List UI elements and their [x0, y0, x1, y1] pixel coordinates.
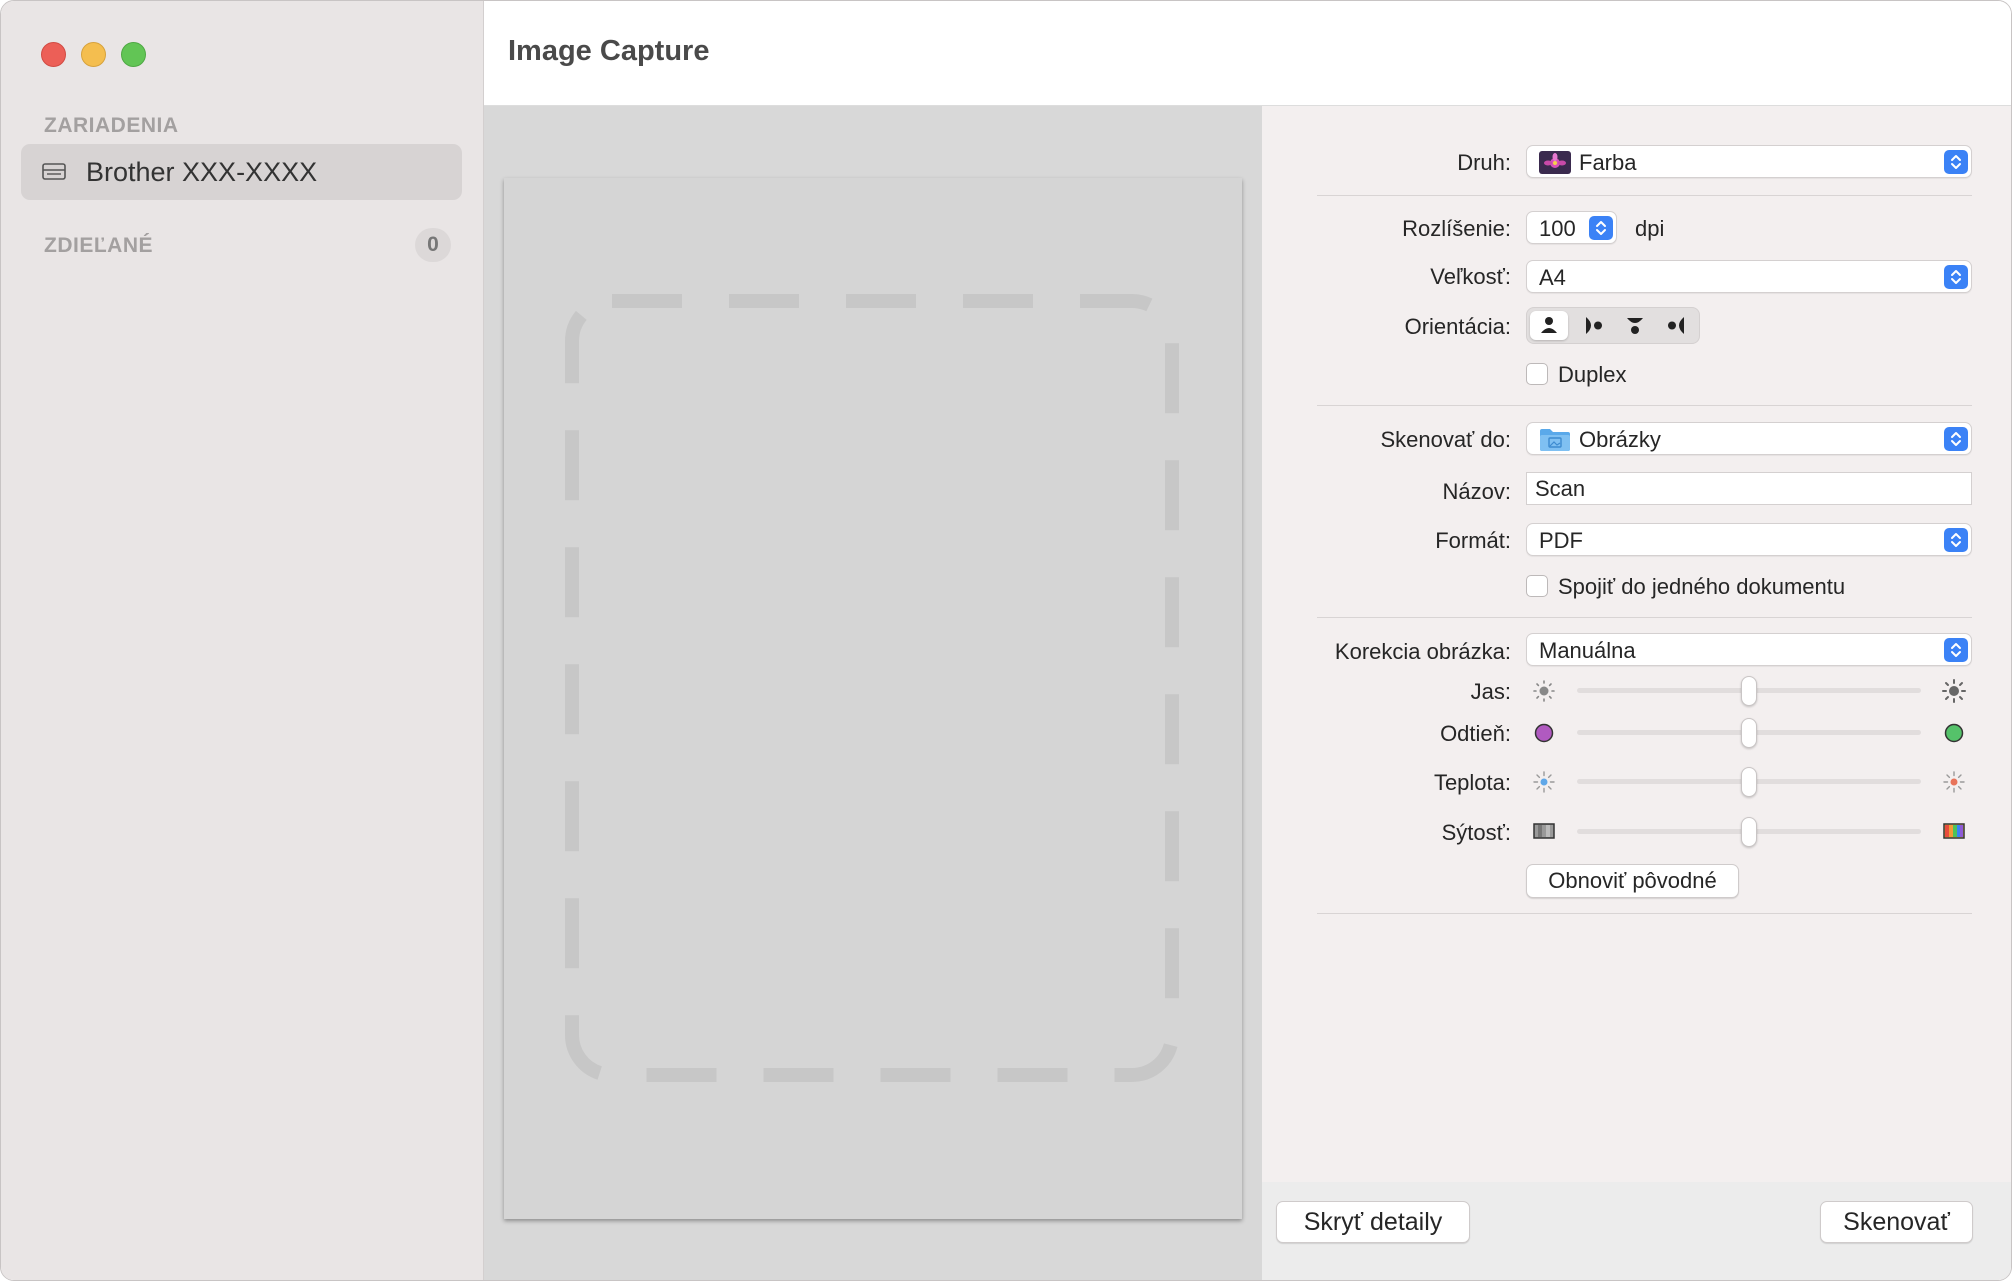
divider — [1317, 617, 1972, 618]
name-label: Názov: — [1442, 479, 1511, 504]
image-capture-window: ZARIADENIA Brother XXX-XXXX ZDIEĽANÉ 0 I… — [0, 0, 2012, 1281]
saturation-slider-thumb[interactable] — [1741, 817, 1757, 847]
scan-preview-area — [484, 106, 1262, 1280]
shared-count-badge: 0 — [415, 228, 451, 262]
chevron-updown-icon — [1944, 427, 1968, 451]
brightness-high-icon — [1942, 679, 1966, 703]
kind-select[interactable]: Farba — [1526, 145, 1972, 178]
scan-to-value: Obrázky — [1579, 427, 1661, 452]
person-upside-down-icon — [1627, 318, 1643, 334]
scan-button[interactable]: Skenovať — [1820, 1201, 1973, 1243]
name-field[interactable] — [1526, 472, 1972, 505]
sidebar-item-brother-scanner[interactable]: Brother XXX-XXXX — [21, 144, 462, 200]
name-input[interactable] — [1535, 476, 1955, 502]
saturation-high-icon — [1943, 823, 1965, 839]
brightness-low-icon — [1533, 680, 1555, 702]
tint-purple-icon — [1534, 723, 1554, 743]
sidebar-item-label: Brother XXX-XXXX — [86, 157, 318, 187]
color-photo-icon — [1539, 151, 1571, 174]
window-title: Image Capture — [508, 35, 710, 67]
kind-value: Farba — [1579, 150, 1637, 175]
shared-heading: ZDIEĽANÉ — [44, 234, 153, 257]
temperature-cool-icon — [1533, 771, 1555, 793]
devices-heading: ZARIADENIA — [44, 114, 179, 137]
pictures-folder-icon — [1540, 429, 1570, 451]
orientation-segmented-control — [1526, 307, 1700, 344]
scan-to-label: Skenovať do: — [1380, 427, 1511, 452]
orientation-label: Orientácia: — [1404, 314, 1511, 339]
chevron-updown-icon — [1944, 638, 1968, 662]
size-label: Veľkosť: — [1430, 264, 1511, 289]
sidebar: ZARIADENIA Brother XXX-XXXX ZDIEĽANÉ 0 — [1, 1, 484, 1280]
orientation-left-button[interactable] — [1573, 311, 1611, 340]
person-upright-icon — [1541, 317, 1557, 333]
resolution-unit: dpi — [1635, 216, 1665, 241]
image-correction-value: Manuálna — [1539, 638, 1636, 663]
format-value: PDF — [1539, 528, 1583, 553]
brightness-label: Jas: — [1470, 679, 1511, 704]
scan-area-placeholder-icon — [565, 294, 1179, 1082]
close-button[interactable] — [41, 42, 66, 67]
divider — [1317, 195, 1972, 196]
chevron-updown-icon — [1944, 150, 1968, 174]
resolution-label: Rozlíšenie: — [1402, 216, 1511, 241]
temperature-label: Teplota: — [1433, 770, 1511, 795]
person-rotated-right-icon — [1668, 317, 1684, 334]
tint-green-icon — [1944, 723, 1964, 743]
image-correction-select[interactable]: Manuálna — [1526, 633, 1972, 666]
restore-defaults-button[interactable]: Obnoviť pôvodné — [1526, 864, 1739, 898]
chevron-updown-icon — [1944, 528, 1968, 552]
minimize-button[interactable] — [81, 42, 106, 67]
format-select[interactable]: PDF — [1526, 523, 1972, 556]
toolbar: Image Capture — [484, 1, 2011, 106]
person-rotated-left-icon — [1586, 317, 1602, 334]
size-value: A4 — [1539, 265, 1566, 290]
combine-label: Spojiť do jedného dokumentu — [1558, 574, 1846, 599]
orientation-right-button[interactable] — [1659, 311, 1697, 340]
preview-page[interactable] — [504, 178, 1242, 1219]
scan-to-select[interactable]: Obrázky — [1526, 422, 1972, 455]
tint-label: Odtieň: — [1440, 721, 1511, 746]
temperature-slider-thumb[interactable] — [1741, 767, 1757, 797]
format-label: Formát: — [1435, 528, 1511, 553]
size-select[interactable]: A4 — [1526, 260, 1972, 293]
zoom-button[interactable] — [121, 42, 146, 67]
tint-slider-thumb[interactable] — [1741, 718, 1757, 748]
divider — [1317, 913, 1972, 914]
stepper-arrows-icon[interactable] — [1589, 216, 1613, 240]
duplex-checkbox[interactable] — [1526, 363, 1548, 385]
divider — [1317, 405, 1972, 406]
hide-details-button[interactable]: Skryť detaily — [1276, 1201, 1470, 1243]
saturation-low-icon — [1533, 823, 1555, 839]
temperature-warm-icon — [1943, 771, 1965, 793]
combine-checkbox[interactable] — [1526, 575, 1548, 597]
kind-label: Druh: — [1457, 150, 1511, 175]
orientation-upside-down-button[interactable] — [1616, 311, 1654, 340]
image-correction-label: Korekcia obrázka: — [1334, 639, 1511, 664]
chevron-updown-icon — [1944, 265, 1968, 289]
brightness-slider-thumb[interactable] — [1741, 676, 1757, 706]
resolution-value: 100 — [1539, 216, 1576, 241]
saturation-label: Sýtosť: — [1441, 820, 1511, 845]
resolution-field[interactable]: 100 — [1526, 211, 1617, 244]
duplex-label: Duplex — [1558, 362, 1627, 387]
scanner-icon — [42, 163, 66, 180]
orientation-upright-button[interactable] — [1530, 311, 1568, 340]
